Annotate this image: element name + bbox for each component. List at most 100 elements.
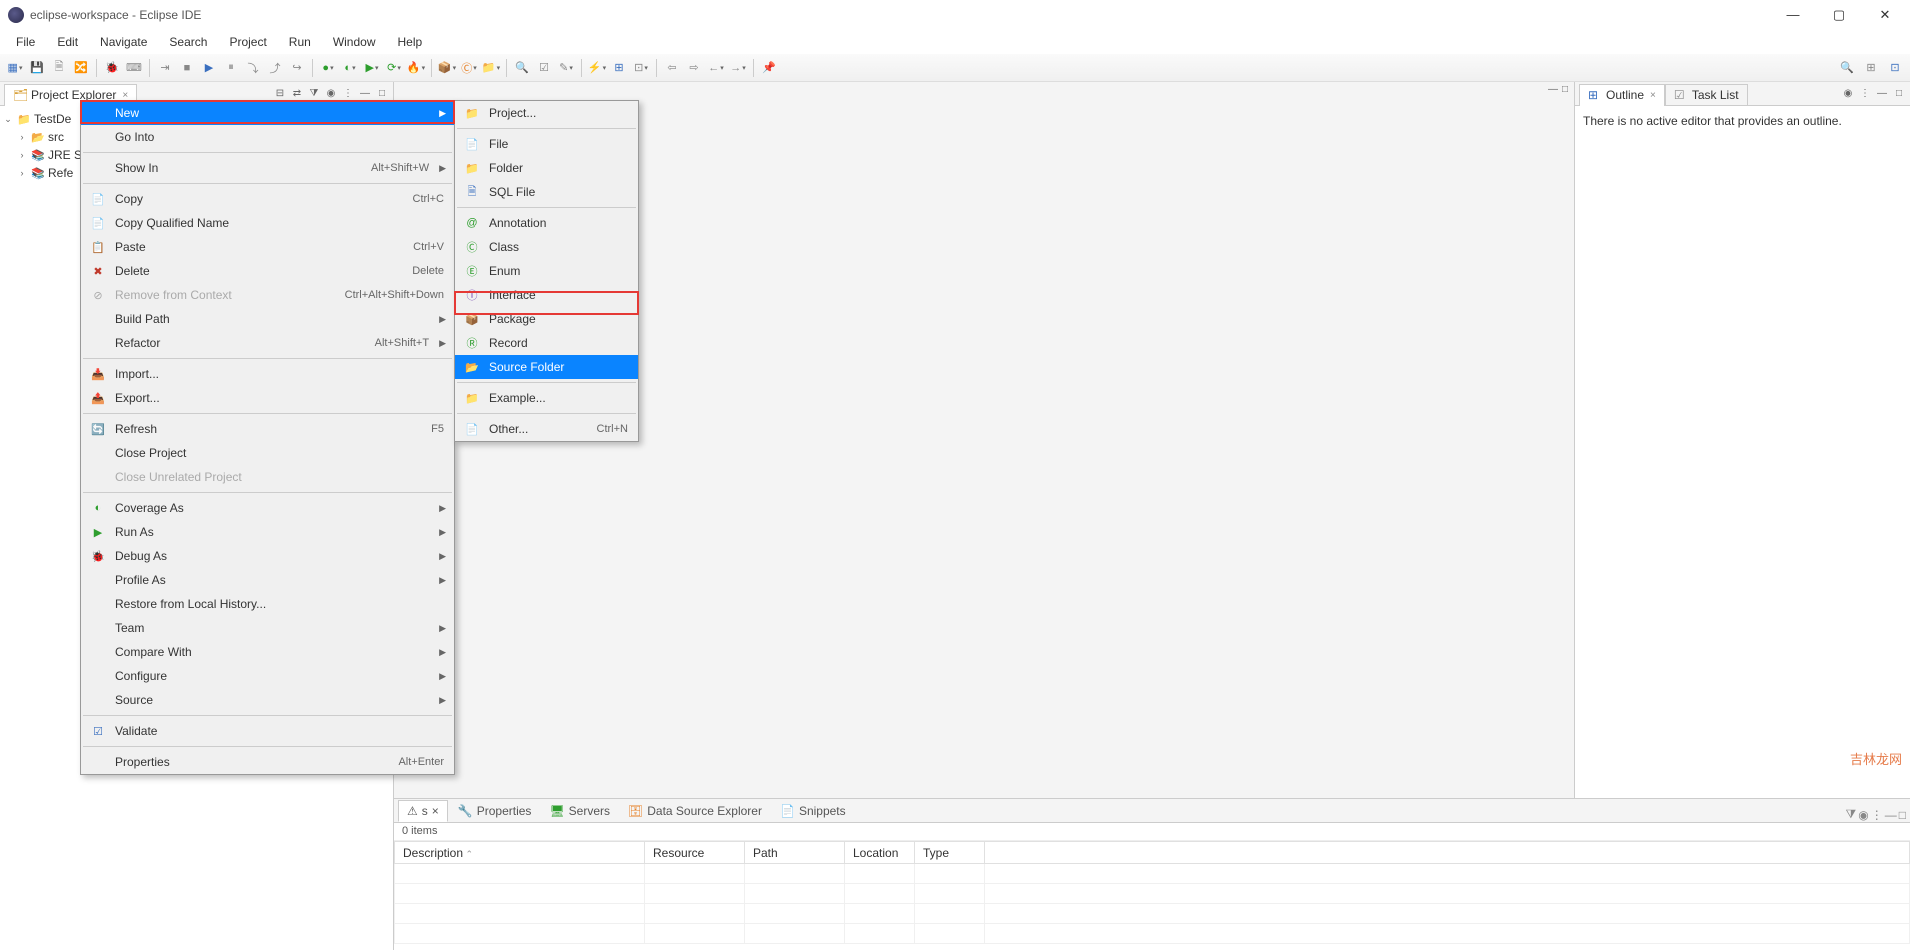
expand-toggle-icon[interactable]: ›	[16, 150, 28, 160]
menu-item-paste[interactable]: 📋 Paste Ctrl+V	[81, 235, 454, 259]
stop-icon[interactable]: ■	[178, 59, 196, 77]
menu-file[interactable]: File	[6, 32, 45, 52]
menu-search[interactable]: Search	[159, 32, 217, 52]
menu-project[interactable]: Project	[219, 32, 276, 52]
tab-snippets[interactable]: 📄Snippets	[772, 800, 854, 822]
maximize-icon[interactable]: □	[1562, 84, 1568, 102]
menu-window[interactable]: Window	[323, 32, 386, 52]
menu-item-copy-qualified-name[interactable]: 📄 Copy Qualified Name	[81, 211, 454, 235]
submenu-item-class[interactable]: Ⓒ Class	[455, 235, 638, 259]
view-menu-icon[interactable]: ⋮	[341, 88, 355, 99]
minimize-view-icon[interactable]: ―	[1885, 808, 1897, 822]
menu-run[interactable]: Run	[279, 32, 321, 52]
menu-item-import[interactable]: 📥 Import...	[81, 362, 454, 386]
view-menu-icon[interactable]: ⋮	[1871, 808, 1883, 822]
outline-tab[interactable]: ⊞ Outline ×	[1579, 84, 1665, 106]
menu-item-go-into[interactable]: Go Into	[81, 125, 454, 149]
submenu-item-interface[interactable]: Ⓘ Interface	[455, 283, 638, 307]
new-icon[interactable]: ▦	[6, 59, 24, 77]
column-type[interactable]: Type	[915, 842, 985, 864]
table-row[interactable]	[395, 924, 1910, 944]
focus-icon[interactable]: ◉	[1858, 808, 1868, 822]
close-tab-icon[interactable]: ×	[1650, 90, 1656, 101]
menu-item-delete[interactable]: ✖ Delete Delete	[81, 259, 454, 283]
menu-item-debug-as[interactable]: 🐞 Debug As ▶	[81, 544, 454, 568]
perspective-icon[interactable]: ⊡	[632, 59, 650, 77]
menu-item-build-path[interactable]: Build Path ▶	[81, 307, 454, 331]
column-path[interactable]: Path	[745, 842, 845, 864]
submenu-item-record[interactable]: Ⓡ Record	[455, 331, 638, 355]
menu-item-refactor[interactable]: Refactor Alt+Shift+T ▶	[81, 331, 454, 355]
terminal-icon[interactable]: ⌨	[125, 59, 143, 77]
tab-markers[interactable]: ⚠ s ×	[398, 800, 448, 822]
new-class-icon[interactable]: Ⓒ	[460, 59, 478, 77]
menu-item-close-project[interactable]: Close Project	[81, 441, 454, 465]
open-type-icon[interactable]: ⚡	[588, 59, 606, 77]
save-all-icon[interactable]: 🗎	[50, 59, 68, 77]
run-icon[interactable]: ●	[319, 59, 337, 77]
filter-icon[interactable]: ⧩	[307, 88, 321, 99]
menu-item-compare-with[interactable]: Compare With ▶	[81, 640, 454, 664]
open-task-icon[interactable]: ⊞	[610, 59, 628, 77]
expand-toggle-icon[interactable]: ›	[16, 132, 28, 142]
menu-item-configure[interactable]: Configure ▶	[81, 664, 454, 688]
collapse-all-icon[interactable]: ⊟	[273, 88, 287, 99]
tab-servers[interactable]: 🖥Servers	[541, 800, 618, 822]
back-icon[interactable]: ⇦	[663, 59, 681, 77]
close-tab-icon[interactable]: ×	[122, 90, 128, 101]
minimize-view-icon[interactable]: ―	[358, 88, 372, 99]
column-resource[interactable]: Resource	[645, 842, 745, 864]
menu-item-source[interactable]: Source ▶	[81, 688, 454, 712]
debug-icon[interactable]: 🐞	[103, 59, 121, 77]
suspend-icon[interactable]: ⏸	[222, 59, 240, 77]
step-icon[interactable]: ⤵	[244, 59, 262, 77]
table-row[interactable]	[395, 864, 1910, 884]
expand-toggle-icon[interactable]: ›	[16, 168, 28, 178]
resume-icon[interactable]: ▶	[200, 59, 218, 77]
tab-properties[interactable]: 🔧Properties	[450, 800, 540, 822]
coverage-icon[interactable]: ◐	[341, 59, 359, 77]
pin-icon[interactable]: 📌	[760, 59, 778, 77]
menu-item-properties[interactable]: Properties Alt+Enter	[81, 750, 454, 774]
menu-edit[interactable]: Edit	[47, 32, 88, 52]
tomcat-icon[interactable]: 🔥	[407, 59, 425, 77]
step-icon[interactable]: ↪	[288, 59, 306, 77]
step-icon[interactable]: ⤴	[266, 59, 284, 77]
link-editor-icon[interactable]: ⇄	[290, 88, 304, 99]
menu-item-export[interactable]: 📤 Export...	[81, 386, 454, 410]
forward-icon[interactable]: ⇨	[685, 59, 703, 77]
menu-item-validate[interactable]: ☑ Validate	[81, 719, 454, 743]
menu-navigate[interactable]: Navigate	[90, 32, 157, 52]
submenu-item-project[interactable]: 📁 Project...	[455, 101, 638, 125]
nav-back-icon[interactable]: ←	[707, 59, 725, 77]
menu-item-run-as[interactable]: ▶ Run As ▶	[81, 520, 454, 544]
submenu-item-source-folder[interactable]: 📂 Source Folder	[455, 355, 638, 379]
annotate-icon[interactable]: ✎	[557, 59, 575, 77]
submenu-item-example[interactable]: 📁 Example...	[455, 386, 638, 410]
focus-icon[interactable]: ◉	[324, 88, 338, 99]
menu-item-coverage-as[interactable]: ◐ Coverage As ▶	[81, 496, 454, 520]
switch-icon[interactable]: 🔀	[72, 59, 90, 77]
skip-icon[interactable]: ⇥	[156, 59, 174, 77]
maximize-view-icon[interactable]: □	[1899, 808, 1906, 822]
column-description[interactable]: Description	[395, 842, 645, 864]
menu-item-team[interactable]: Team ▶	[81, 616, 454, 640]
focus-icon[interactable]: ◉	[1841, 88, 1855, 99]
table-row[interactable]	[395, 904, 1910, 924]
menu-item-show-in[interactable]: Show In Alt+Shift+W ▶	[81, 156, 454, 180]
menu-help[interactable]: Help	[388, 32, 433, 52]
table-row[interactable]	[395, 884, 1910, 904]
menu-item-copy[interactable]: 📄 Copy Ctrl+C	[81, 187, 454, 211]
submenu-item-folder[interactable]: 📁 Folder	[455, 156, 638, 180]
save-icon[interactable]: 💾	[28, 59, 46, 77]
task-icon[interactable]: ☑	[535, 59, 553, 77]
search-icon[interactable]: 🔍	[513, 59, 531, 77]
minimize-icon[interactable]: ―	[1548, 84, 1558, 102]
column-location[interactable]: Location	[845, 842, 915, 864]
run-last-icon[interactable]: ⟳	[385, 59, 403, 77]
java-ee-perspective-icon[interactable]: ⊡	[1886, 59, 1904, 77]
close-button[interactable]: ✕	[1872, 7, 1898, 23]
submenu-item-file[interactable]: 📄 File	[455, 132, 638, 156]
menu-item-new[interactable]: New ▶	[81, 101, 454, 125]
markers-table[interactable]: Description Resource Path Location Type	[394, 841, 1910, 950]
